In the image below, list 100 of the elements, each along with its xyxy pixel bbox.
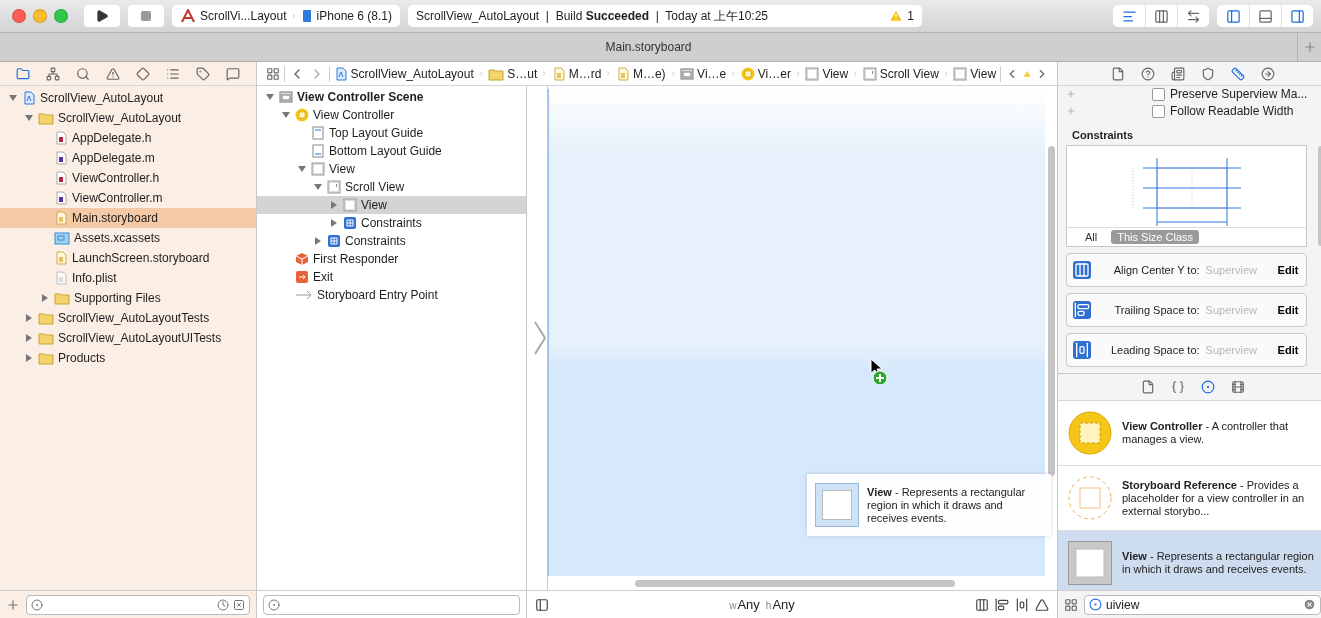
scroll-view-icon xyxy=(327,180,341,194)
tree-item[interactable]: View xyxy=(257,196,526,214)
disclosure-triangle-icon[interactable] xyxy=(313,182,323,192)
breadcrumb[interactable]: ScrollView_AutoLayout xyxy=(333,66,474,81)
disclosure-triangle-icon[interactable] xyxy=(265,92,275,102)
disclosure-triangle-icon[interactable] xyxy=(313,236,323,246)
tree-item[interactable]: ScrollView_AutoLayout xyxy=(0,108,256,128)
filter-field[interactable] xyxy=(26,594,250,615)
filter-tab[interactable]: All xyxy=(1079,230,1104,244)
tree-item[interactable]: Top Layout Guide xyxy=(257,124,526,142)
sidebar-toggle-icon[interactable] xyxy=(535,597,549,612)
scope-icon[interactable] xyxy=(233,598,245,611)
file-icon xyxy=(54,211,68,225)
breadcrumb[interactable]: M…rd xyxy=(551,66,602,81)
option-checkbox[interactable]: Follow Readable Width xyxy=(1152,104,1294,119)
clear-icon[interactable] xyxy=(1303,598,1317,611)
filter-icon xyxy=(31,598,43,611)
stack-icon[interactable] xyxy=(975,597,989,612)
filter-icon xyxy=(1089,598,1102,611)
lines-icon xyxy=(1121,8,1137,24)
exit-icon xyxy=(295,270,309,284)
tree-item[interactable]: Constraints xyxy=(257,232,526,250)
tree-item[interactable]: ScrollView_AutoLayout xyxy=(0,88,256,108)
edit-button[interactable]: Edit xyxy=(1277,264,1299,276)
tree-item[interactable]: Info.plist xyxy=(0,268,256,288)
disclosure-triangle-icon[interactable] xyxy=(24,113,34,123)
chevron-icon xyxy=(669,68,677,79)
arrow-circle-icon xyxy=(1260,66,1275,81)
chevron-icon xyxy=(942,68,950,79)
breadcrumb[interactable]: Vi…e xyxy=(680,66,727,81)
constraint-target: Superview xyxy=(1205,344,1258,356)
disclosure-triangle-icon[interactable] xyxy=(8,93,18,103)
disclosure-triangle-icon[interactable] xyxy=(329,218,339,228)
device-selector[interactable]: iPhone 6 (8.1) xyxy=(300,9,392,23)
tree-item[interactable]: AppDelegate.m xyxy=(0,148,256,168)
tree-item[interactable]: ScrollView_AutoLayoutTests xyxy=(0,308,256,328)
tree-item[interactable]: Scroll View xyxy=(257,178,526,196)
file-icon xyxy=(615,66,630,81)
scrollbar-thumb[interactable] xyxy=(635,579,955,587)
help-icon xyxy=(1140,66,1155,81)
tree-item[interactable]: Storyboard Entry Point xyxy=(257,286,526,304)
tree-item[interactable]: View Controller xyxy=(257,106,526,124)
close-button[interactable] xyxy=(12,9,26,23)
tree-item[interactable]: ScrollView_AutoLayoutUITests xyxy=(0,328,256,348)
tree-item[interactable]: Main.storyboard xyxy=(0,208,256,228)
breadcrumb[interactable]: S…ut xyxy=(488,66,538,81)
edit-button[interactable]: Edit xyxy=(1277,344,1299,356)
grid-view-icon[interactable] xyxy=(1064,597,1078,612)
disclosure-triangle-icon[interactable] xyxy=(329,200,339,210)
checkbox[interactable] xyxy=(1152,88,1165,101)
constraint-icon xyxy=(1073,301,1091,319)
breadcrumb[interactable]: View xyxy=(805,66,849,81)
drag-preview-text: View - Represents a rectangular region in which it draws and receives events. xyxy=(867,485,1027,525)
tree-item[interactable]: Assets.xcassets xyxy=(0,228,256,248)
breadcrumb[interactable]: Vi…er xyxy=(740,66,791,81)
view-icon xyxy=(1068,541,1112,585)
constraints-icon xyxy=(327,234,341,248)
tree-item[interactable]: Supporting Files xyxy=(0,288,256,308)
edit-button[interactable]: Edit xyxy=(1277,304,1299,316)
breadcrumb[interactable]: Scroll View xyxy=(862,66,939,81)
tree-item[interactable]: Products xyxy=(0,348,256,368)
disclosure-triangle-icon[interactable] xyxy=(40,293,50,303)
tree-item[interactable]: ViewController.m xyxy=(0,188,256,208)
add-icon[interactable] xyxy=(6,597,20,612)
plus-icon xyxy=(1302,40,1317,54)
resolve-icon[interactable] xyxy=(1035,597,1049,612)
checkbox[interactable] xyxy=(1152,104,1165,118)
tree-item[interactable]: View Controller Scene xyxy=(257,88,526,106)
disclosure-triangle-icon[interactable] xyxy=(24,333,34,343)
pin-icon[interactable] xyxy=(1015,597,1029,612)
size-class-button[interactable]: wAny xyxy=(729,597,760,612)
search-field[interactable]: uiview xyxy=(1084,594,1321,615)
tree-item[interactable]: View xyxy=(257,160,526,178)
clock-icon[interactable] xyxy=(217,598,229,611)
disclosure-triangle-icon[interactable] xyxy=(281,110,291,120)
tree-item[interactable]: Exit xyxy=(257,268,526,286)
tree-item[interactable]: Bottom Layout Guide xyxy=(257,142,526,160)
view-icon xyxy=(343,198,357,212)
breadcrumb[interactable]: M…e) xyxy=(615,66,666,81)
speech-bubble-icon xyxy=(226,66,240,81)
size-class-button[interactable]: hAny xyxy=(765,597,795,612)
stop-button[interactable] xyxy=(128,5,164,27)
tree-item[interactable]: LaunchScreen.storyboard xyxy=(0,248,256,268)
tree-item[interactable]: First Responder xyxy=(257,250,526,268)
disclosure-triangle-icon[interactable] xyxy=(297,164,307,174)
disclosure-triangle-icon[interactable] xyxy=(24,313,34,323)
scheme-selector[interactable]: ScrollVi...Layout xyxy=(180,9,287,23)
run-button[interactable] xyxy=(84,5,120,27)
assets-icon xyxy=(54,231,70,245)
zoom-button[interactable] xyxy=(54,9,68,23)
scrollbar-thumb[interactable] xyxy=(1047,146,1055,476)
filter-field[interactable] xyxy=(263,594,520,615)
tree-item[interactable]: Constraints xyxy=(257,214,526,232)
library-item[interactable]: View - Represents a rectangular region in which it draws and receives events. xyxy=(1058,531,1321,590)
tree-item[interactable]: ViewController.h xyxy=(0,168,256,188)
tree-item[interactable]: AppDelegate.h xyxy=(0,128,256,148)
breadcrumb[interactable]: View xyxy=(953,66,997,81)
option-checkbox[interactable]: Preserve Superview Ma... xyxy=(1152,87,1308,102)
disclosure-triangle-icon[interactable] xyxy=(24,353,34,363)
align-icon[interactable] xyxy=(995,597,1009,612)
